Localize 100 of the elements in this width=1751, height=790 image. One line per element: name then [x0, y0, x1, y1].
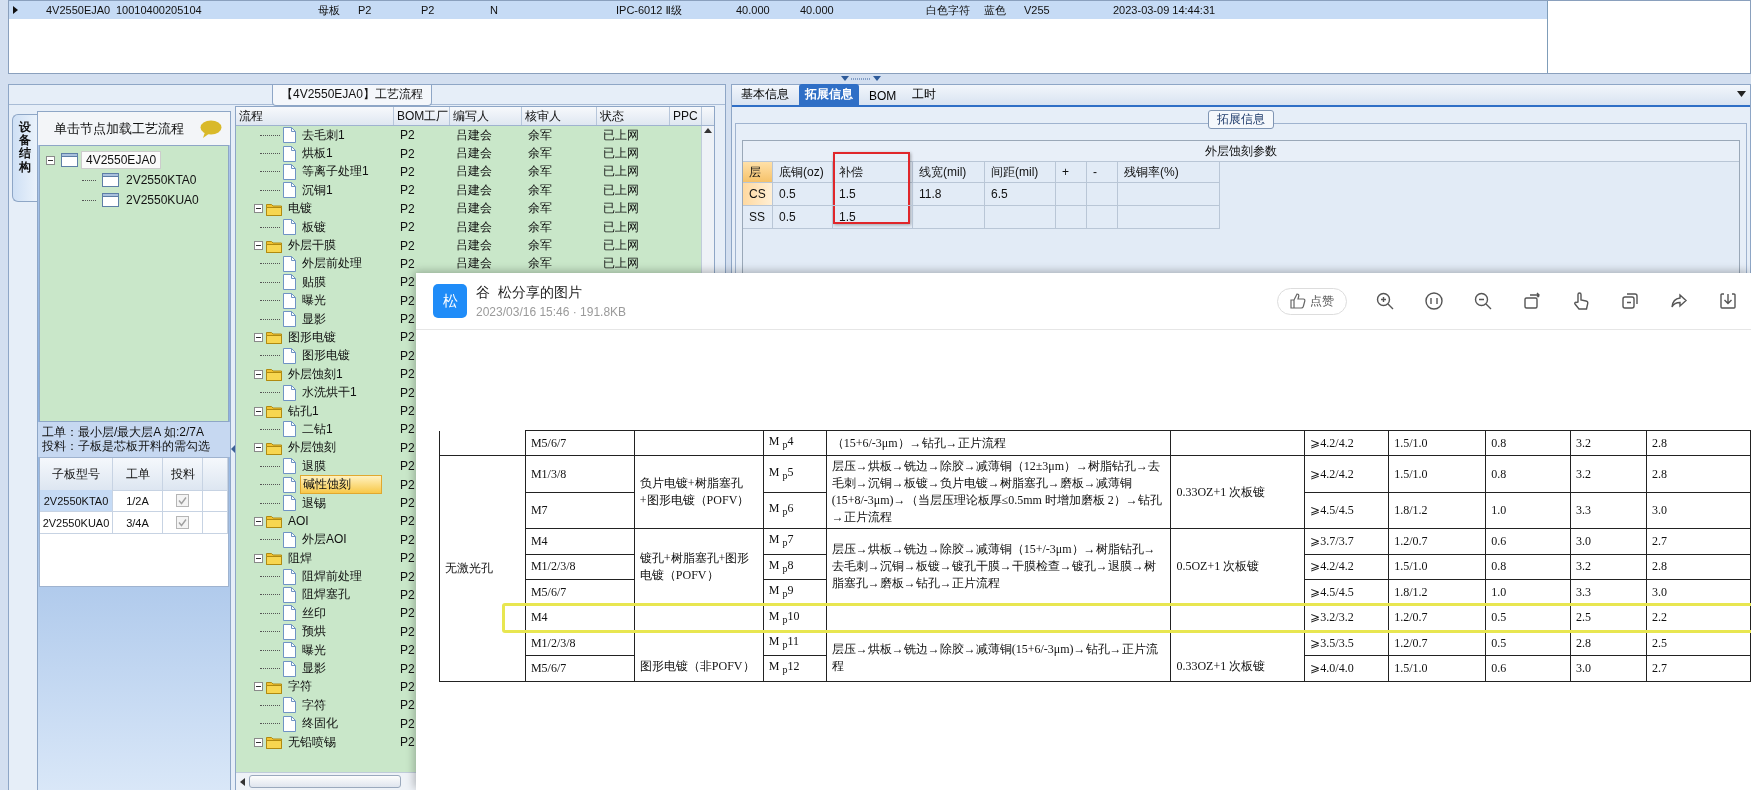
window-icon	[61, 153, 78, 167]
tree-item[interactable]: 丝印	[300, 604, 328, 622]
tree-item[interactable]: 图形电镀	[286, 329, 338, 346]
collapse-icon[interactable]	[254, 682, 263, 692]
rotate-icon[interactable]	[1522, 291, 1542, 311]
collapse-icon[interactable]	[254, 369, 263, 379]
column-header[interactable]: 编写人	[450, 107, 522, 125]
tree-item[interactable]: 显影	[300, 660, 328, 677]
tree-item[interactable]: 沉铜1	[300, 181, 335, 199]
tree-item[interactable]: 阻焊前处理	[300, 568, 364, 586]
tree-item[interactable]: 显影	[300, 310, 328, 328]
tree-item[interactable]: 板镀	[300, 218, 328, 236]
table-cell[interactable]: 2V2550KUA0	[40, 512, 113, 534]
tree-item[interactable]: 阻焊	[286, 549, 314, 567]
collapse-icon[interactable]	[254, 406, 263, 416]
tree-item[interactable]: 烘板1	[300, 145, 335, 163]
table-cell: 余军	[528, 218, 552, 236]
table-cell: 1.5	[833, 206, 913, 229]
table-title: 外层蚀刻参数	[1205, 142, 1277, 160]
tab[interactable]: 基本信息	[735, 84, 795, 105]
side-tab[interactable]: 设备结构	[12, 114, 37, 202]
row-header[interactable]: SS	[743, 206, 773, 229]
tree-item[interactable]: 字符	[300, 696, 328, 714]
tree-item[interactable]: 终固化	[300, 715, 340, 733]
tree-item[interactable]: 外层前处理	[300, 255, 364, 273]
tree-item[interactable]: 外层蚀刻1	[286, 365, 345, 383]
row-pointer-icon	[13, 6, 18, 14]
tree-item[interactable]: 贴膜	[300, 273, 328, 291]
row-header[interactable]: CS	[743, 183, 773, 206]
table-cell: M7	[530, 503, 548, 518]
collapse-icon[interactable]	[254, 553, 263, 563]
column-header[interactable]: BOM工厂	[394, 107, 450, 125]
tree-item[interactable]: 水洗烘干1	[300, 384, 359, 402]
document-icon	[283, 605, 296, 622]
note-text: 工单：最小层/最大层A 如:2/7A	[42, 425, 206, 439]
splitter-grip-icon[interactable]	[840, 76, 881, 82]
column-header[interactable]: 状态	[597, 107, 670, 125]
collapse-icon[interactable]	[254, 204, 263, 214]
column-header[interactable]: PPC	[670, 107, 702, 125]
tree-item[interactable]: 退膜	[300, 457, 328, 475]
tree-item[interactable]: 碱性蚀刻	[300, 475, 382, 495]
copy-icon[interactable]	[1620, 291, 1640, 311]
tree-item[interactable]: 字符	[286, 678, 314, 696]
table-cell[interactable]: 2V2550KTA0	[40, 490, 113, 512]
collapse-icon[interactable]	[254, 333, 263, 342]
collapse-icon[interactable]	[254, 241, 263, 251]
tab[interactable]: 拓展信息	[799, 84, 859, 105]
table-cell: M1/2/3/8	[530, 559, 576, 574]
tree-item[interactable]: 电镀	[286, 200, 314, 218]
table-cell: 1/2A	[126, 494, 149, 507]
table-cell: 吕建会	[456, 218, 492, 236]
column-header[interactable]: 流程	[236, 107, 394, 125]
checkbox[interactable]	[176, 516, 189, 529]
tree-item[interactable]: 钻孔1	[286, 402, 321, 420]
tree-item[interactable]: 退锡	[300, 494, 328, 512]
scroll-up-icon[interactable]	[704, 128, 712, 133]
tree-item[interactable]: 外层AOI	[300, 531, 349, 549]
hand-icon[interactable]	[1571, 291, 1591, 311]
table-cell: P2	[400, 238, 415, 253]
tree-item[interactable]: 无铅喷锡	[286, 733, 338, 751]
checkbox[interactable]	[176, 494, 189, 507]
like-button[interactable]: 点赞	[1277, 287, 1347, 315]
dropdown-arrow-icon[interactable]	[1737, 91, 1746, 97]
collapse-icon[interactable]	[46, 155, 55, 165]
actual-size-icon[interactable]	[1424, 291, 1444, 311]
grid-row[interactable]: 4V2550EJA0 10010400205104 母板 P2 P2 N IPC-6012 Ⅱ级 40.000 40.000 白色字符 蓝色 V255 2023-03-09 14:44:31	[9, 1, 1547, 19]
tree-item[interactable]: 4V2550EJA0	[81, 151, 162, 169]
folder-icon	[266, 551, 282, 566]
collapse-icon[interactable]	[254, 737, 263, 747]
document-icon	[283, 182, 296, 199]
tree-item[interactable]: 外层蚀刻	[286, 439, 338, 457]
tab[interactable]: 工时	[906, 84, 943, 105]
tree-item[interactable]: 2V2550KTA0	[122, 172, 201, 188]
tree-item[interactable]: 预烘	[300, 623, 328, 641]
collapse-icon[interactable]	[254, 443, 263, 453]
tree-item[interactable]: 去毛刺1	[300, 126, 347, 144]
table-cell: P2	[400, 643, 415, 658]
scroll-thumb[interactable]	[249, 775, 401, 788]
zoom-out-icon[interactable]	[1473, 291, 1493, 311]
download-icon[interactable]	[1718, 291, 1738, 311]
table-cell-text: P2	[358, 4, 373, 16]
tree-item[interactable]: 曝光	[300, 292, 328, 310]
tree-item[interactable]: AOI	[286, 514, 311, 529]
tree-item[interactable]: 等离子处理1	[300, 163, 371, 181]
tree-item[interactable]: 图形电镀	[300, 347, 352, 365]
tab[interactable]: BOM	[863, 87, 903, 105]
table-cell: M5/6/7	[530, 435, 567, 450]
table-cell	[1087, 206, 1118, 229]
hint-text: 单击节点加载工艺流程	[54, 119, 184, 138]
collapse-icon[interactable]	[254, 516, 263, 526]
table-cell-text: 40.000	[736, 4, 771, 16]
collapse-arrow-icon[interactable]	[231, 444, 235, 453]
zoom-in-icon[interactable]	[1375, 291, 1395, 311]
tree-item[interactable]: 阻焊塞孔	[300, 586, 352, 604]
tree-item[interactable]: 曝光	[300, 641, 328, 659]
tree-item[interactable]: 2V2550KUA0	[122, 192, 203, 208]
tree-item[interactable]: 二钻1	[300, 420, 335, 438]
column-header[interactable]: 核审人	[522, 107, 597, 125]
scroll-left-icon[interactable]	[240, 777, 245, 786]
tree-item[interactable]: 外层干膜	[286, 237, 338, 255]
